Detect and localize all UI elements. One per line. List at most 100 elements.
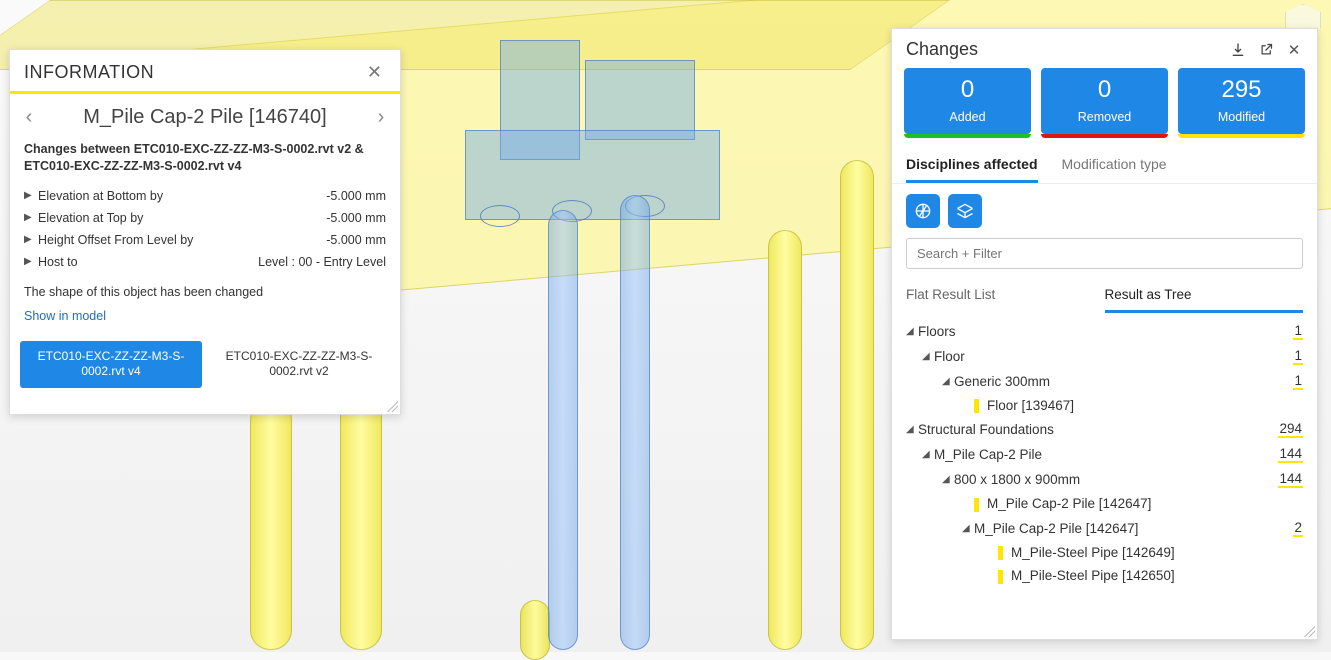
search-input[interactable] — [906, 238, 1303, 269]
modified-indicator — [974, 399, 979, 413]
tree-count: 144 — [1278, 471, 1303, 488]
download-icon[interactable] — [1229, 41, 1247, 59]
tree-twist-icon[interactable]: ◢ — [906, 326, 918, 337]
tree-label: M_Pile Cap-2 Pile [142647] — [974, 521, 1293, 536]
property-value: -5.000 mm — [326, 189, 386, 203]
tree-row[interactable]: ◢Structural Foundations294 — [906, 417, 1303, 442]
tree-row[interactable]: ◢M_Pile Cap-2 Pile144 — [906, 442, 1303, 467]
stat-label: Modified — [1218, 110, 1265, 124]
tree-row[interactable]: M_Pile-Steel Pipe [142650] — [906, 564, 1303, 587]
changes-description: Changes between ETC010-EXC-ZZ-ZZ-M3-S-00… — [24, 141, 386, 175]
panel-title: Changes — [906, 39, 978, 60]
discipline-structure-icon[interactable] — [948, 194, 982, 228]
property-value: -5.000 mm — [326, 233, 386, 247]
pile — [340, 390, 382, 650]
tree-label: M_Pile Cap-2 Pile [142647] — [974, 496, 1303, 511]
property-label: Height Offset From Level by — [38, 233, 326, 247]
tree-twist-icon[interactable]: ◢ — [942, 474, 954, 485]
expand-caret-icon: ▶ — [24, 256, 34, 267]
show-in-model-link[interactable]: Show in model — [24, 309, 106, 323]
information-panel: INFORMATION ✕ ‹ M_Pile Cap-2 Pile [14674… — [9, 49, 401, 415]
tree-count: 1 — [1293, 348, 1303, 365]
stat-count: 0 — [961, 76, 974, 104]
tree-count: 2 — [1293, 520, 1303, 537]
modified-indicator — [998, 570, 1003, 584]
tab-result-as-tree[interactable]: Result as Tree — [1105, 279, 1304, 313]
expand-caret-icon: ▶ — [24, 234, 34, 245]
property-value: Level : 00 - Entry Level — [258, 255, 386, 269]
tree-row[interactable]: Floor [139467] — [906, 394, 1303, 417]
shape-changed-note: The shape of this object has been change… — [24, 285, 386, 299]
tree-row[interactable]: ◢Generic 300mm1 — [906, 369, 1303, 394]
stat-modified[interactable]: 295 Modified — [1178, 68, 1305, 134]
discipline-architecture-icon[interactable] — [906, 194, 940, 228]
tree-label: M_Pile-Steel Pipe [142649] — [998, 545, 1303, 560]
pile-hole — [480, 205, 520, 227]
result-tree[interactable]: ◢Floors1◢Floor1◢Generic 300mm1Floor [139… — [892, 313, 1317, 621]
tree-row[interactable]: ◢Floors1 — [906, 319, 1303, 344]
pile — [520, 600, 550, 660]
tree-twist-icon[interactable]: ◢ — [922, 351, 934, 362]
file-version-v2-button[interactable]: ETC010-EXC-ZZ-ZZ-M3-S-0002.rvt v2 — [208, 341, 390, 388]
expand-caret-icon: ▶ — [24, 212, 34, 223]
selected-pile-cap[interactable] — [585, 60, 695, 140]
tree-twist-icon[interactable]: ◢ — [962, 523, 974, 534]
stat-count: 0 — [1098, 76, 1111, 104]
expand-caret-icon: ▶ — [24, 190, 34, 201]
property-value: -5.000 mm — [326, 211, 386, 225]
prev-item-button[interactable]: ‹ — [16, 106, 42, 129]
tree-label: Structural Foundations — [918, 422, 1278, 437]
close-icon[interactable]: ✕ — [363, 60, 386, 85]
tree-row[interactable]: ◢800 x 1800 x 900mm144 — [906, 467, 1303, 492]
tree-row[interactable]: M_Pile Cap-2 Pile [142647] — [906, 492, 1303, 515]
modified-indicator — [998, 546, 1003, 560]
tab-modification-type[interactable]: Modification type — [1062, 156, 1167, 183]
pile — [768, 230, 802, 650]
tree-label: M_Pile-Steel Pipe [142650] — [998, 568, 1303, 583]
stat-removed[interactable]: 0 Removed — [1041, 68, 1168, 134]
stat-count: 295 — [1221, 76, 1261, 104]
resize-handle[interactable] — [384, 398, 398, 412]
modified-indicator — [974, 498, 979, 512]
file-version-v4-button[interactable]: ETC010-EXC-ZZ-ZZ-M3-S-0002.rvt v4 — [20, 341, 202, 388]
selected-pile[interactable] — [620, 195, 650, 650]
tree-row[interactable]: M_Pile-Steel Pipe [142649] — [906, 541, 1303, 564]
property-label: Elevation at Top by — [38, 211, 326, 225]
tree-label: 800 x 1800 x 900mm — [954, 472, 1278, 487]
property-label: Host to — [38, 255, 258, 269]
tree-label: Floor [139467] — [974, 398, 1303, 413]
close-icon[interactable]: ✕ — [1285, 41, 1303, 59]
stat-added[interactable]: 0 Added — [904, 68, 1031, 134]
stat-label: Added — [949, 110, 985, 124]
tree-count: 1 — [1293, 373, 1303, 390]
resize-handle[interactable] — [1301, 623, 1315, 637]
item-name: M_Pile Cap-2 Pile [146740] — [42, 106, 368, 129]
tree-twist-icon[interactable]: ◢ — [922, 449, 934, 460]
property-row[interactable]: ▶ Elevation at Top by-5.000 mm — [24, 207, 386, 229]
selected-pile[interactable] — [548, 210, 578, 650]
tree-count: 144 — [1278, 446, 1303, 463]
open-external-icon[interactable] — [1257, 41, 1275, 59]
tree-count: 294 — [1278, 421, 1303, 438]
pile — [250, 400, 292, 650]
changes-panel: Changes ✕ 0 Added 0 Removed 295 Modified… — [891, 28, 1318, 640]
pile — [840, 160, 874, 650]
tree-twist-icon[interactable]: ◢ — [942, 376, 954, 387]
tree-row[interactable]: ◢M_Pile Cap-2 Pile [142647]2 — [906, 516, 1303, 541]
tree-label: Generic 300mm — [954, 374, 1293, 389]
property-row[interactable]: ▶ Height Offset From Level by-5.000 mm — [24, 229, 386, 251]
tree-label: Floor — [934, 349, 1293, 364]
tree-row[interactable]: ◢Floor1 — [906, 344, 1303, 369]
panel-title: INFORMATION — [24, 62, 154, 83]
next-item-button[interactable]: › — [368, 106, 394, 129]
tree-label: Floors — [918, 324, 1293, 339]
stat-label: Removed — [1078, 110, 1132, 124]
tree-count: 1 — [1293, 323, 1303, 340]
tab-flat-result-list[interactable]: Flat Result List — [906, 279, 1105, 313]
tree-twist-icon[interactable]: ◢ — [906, 424, 918, 435]
tree-label: M_Pile Cap-2 Pile — [934, 447, 1278, 462]
property-row[interactable]: ▶ Host toLevel : 00 - Entry Level — [24, 251, 386, 273]
tab-disciplines-affected[interactable]: Disciplines affected — [906, 156, 1038, 183]
property-label: Elevation at Bottom by — [38, 189, 326, 203]
property-row[interactable]: ▶ Elevation at Bottom by-5.000 mm — [24, 185, 386, 207]
